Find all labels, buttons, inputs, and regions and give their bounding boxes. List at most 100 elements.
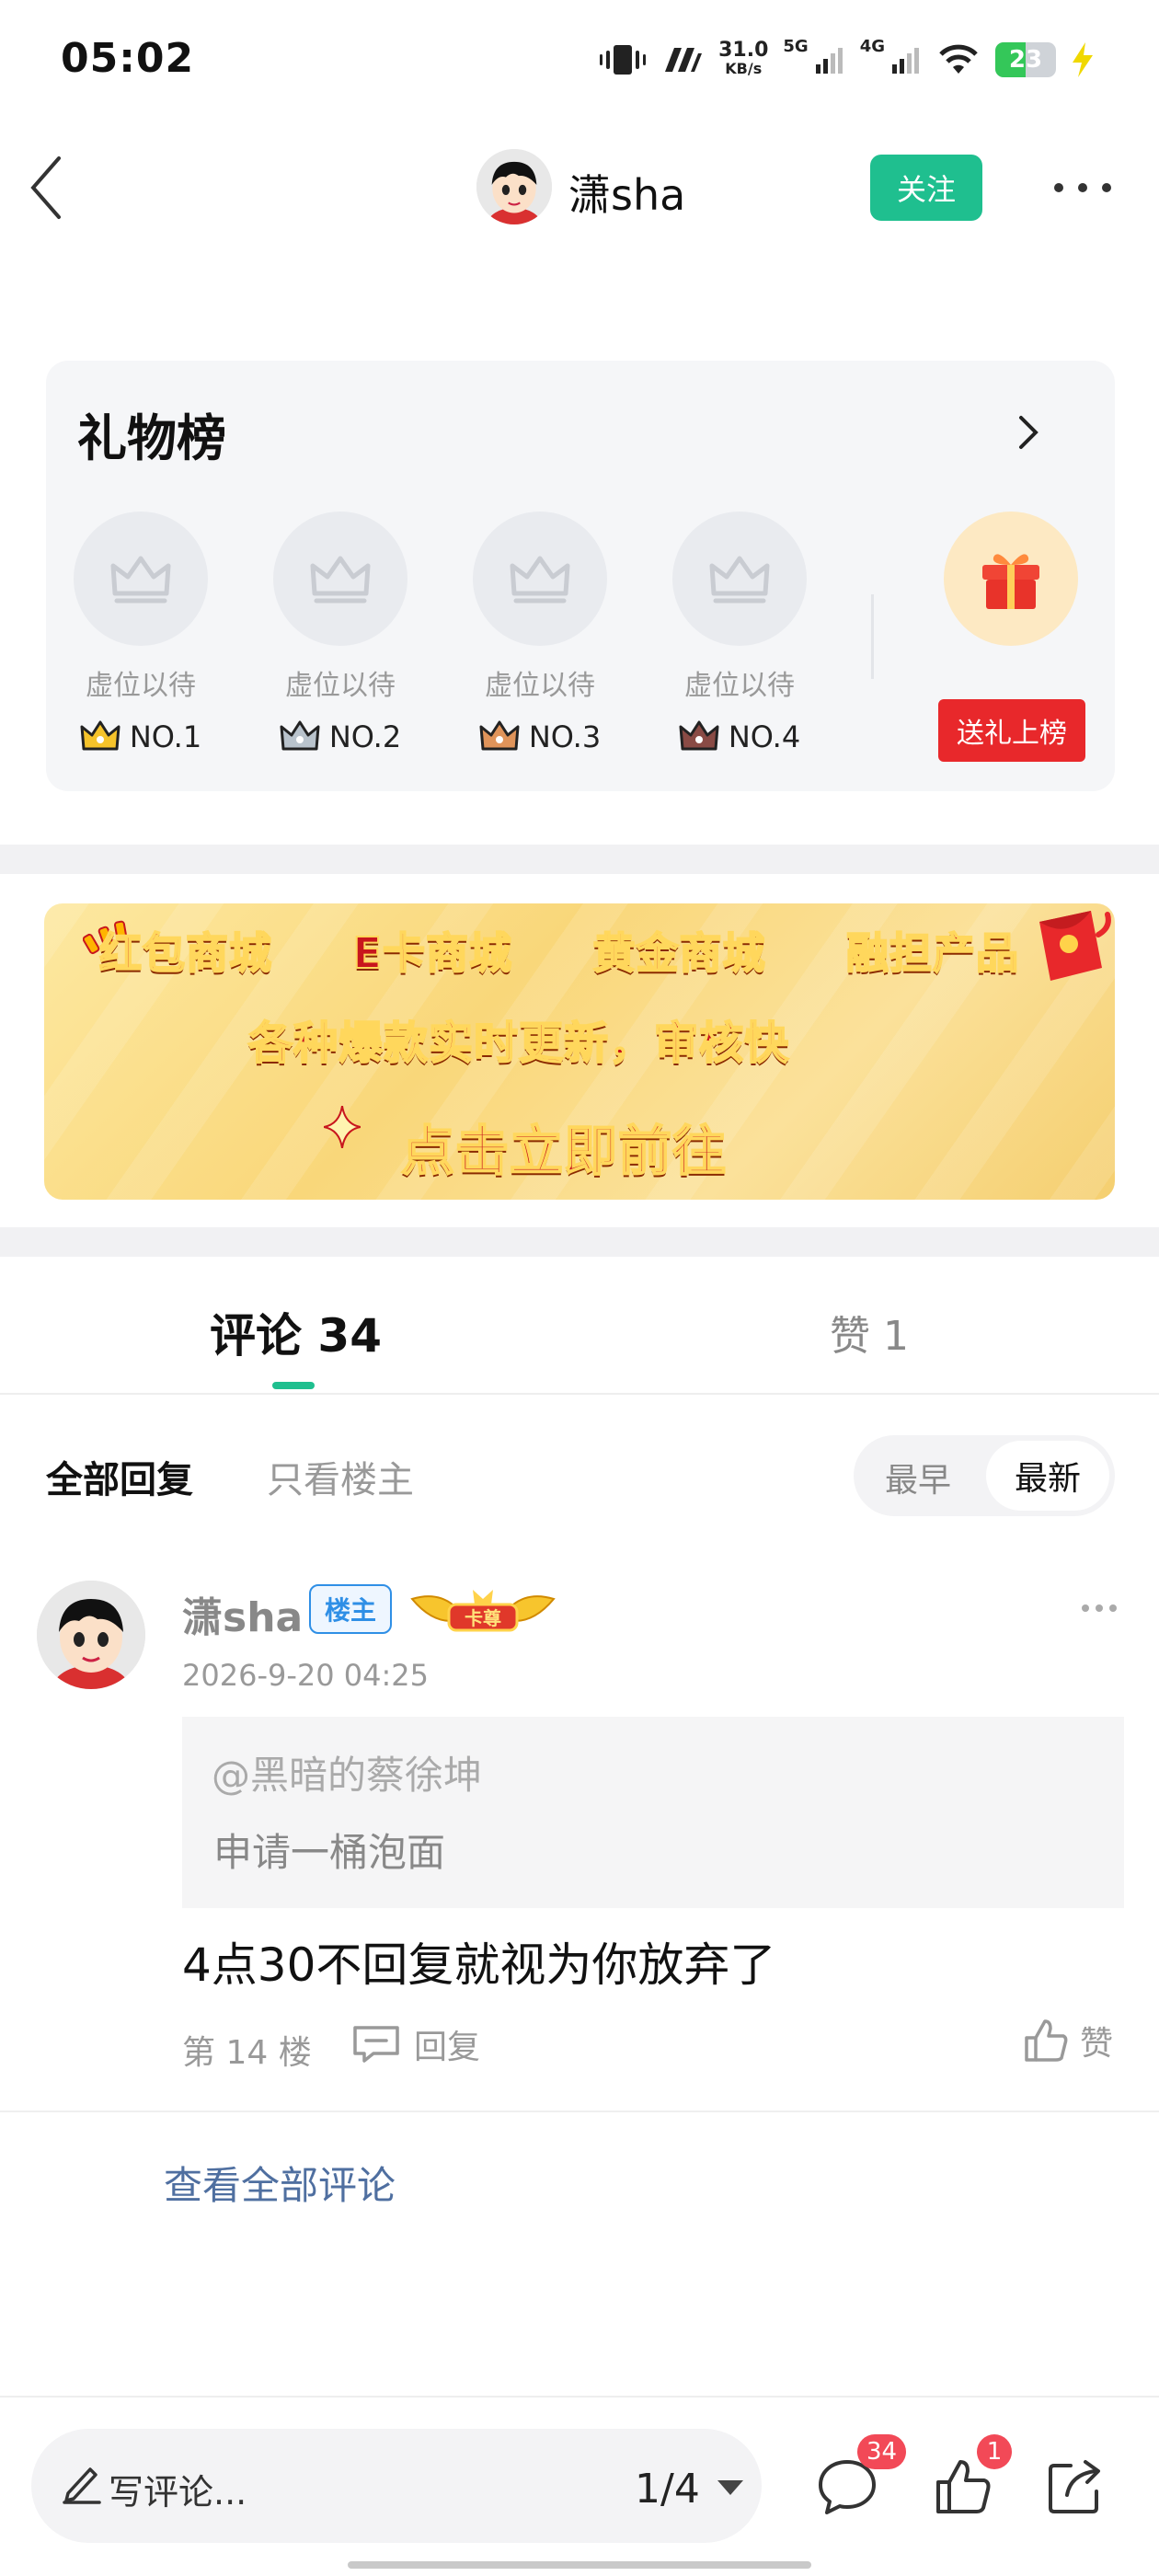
gift-slot-rank-label: NO.3 (528, 719, 602, 754)
gift-slot-label: 虚位以待 (684, 670, 795, 702)
like-label: 赞 (1080, 2025, 1114, 2063)
star-sparkle-icon (324, 1106, 361, 1148)
gift-slot-rank-label: NO.4 (728, 719, 801, 754)
crown-icon (80, 720, 120, 751)
gift-slot[interactable]: 虚位以待 NO.3 (473, 512, 607, 754)
empty-slot-avatar (672, 512, 807, 646)
crown-outline-icon (110, 556, 171, 604)
gift-slot[interactable]: 虚位以待 NO.4 (672, 512, 807, 754)
gift-slot-label: 虚位以待 (485, 670, 595, 702)
comment-content: 4点30不回复就视为你放弃了 (182, 1938, 776, 1992)
comment-author[interactable]: 潇sha (182, 1584, 303, 1643)
avatar-image (37, 1581, 145, 1689)
more-dot-icon (1078, 183, 1087, 192)
filter-all-replies[interactable]: 全部回复 (46, 1450, 193, 1503)
divider (0, 2396, 1159, 2398)
banner-item: 红包商城 (98, 927, 272, 979)
tab-likes[interactable]: 赞 1 (830, 1303, 909, 1362)
page-indicator[interactable]: 1/4 (635, 2466, 700, 2513)
reply-icon (353, 2026, 399, 2063)
red-envelope-icon (1039, 911, 1111, 981)
wifi-icon (939, 44, 978, 74)
gift-slot-label: 虚位以待 (285, 670, 396, 702)
gift-slot-rank: NO.3 (473, 719, 607, 754)
send-gift-button[interactable]: 送礼上榜 (938, 699, 1085, 762)
empty-slot-avatar (273, 512, 407, 646)
crown-outline-icon (310, 556, 371, 604)
tab-active-indicator (272, 1382, 315, 1389)
status-time: 05:02 (61, 35, 195, 82)
battery-icon: 23 (995, 42, 1056, 77)
reply-button[interactable]: 回复 (351, 2020, 480, 2068)
write-comment-placeholder[interactable]: 写评论... (109, 2464, 247, 2514)
more-options-button[interactable] (1054, 169, 1111, 206)
charging-icon (1073, 42, 1093, 77)
home-indicator (348, 2561, 811, 2569)
quoted-user[interactable]: @黑暗的蔡徐坤 (212, 1744, 482, 1800)
section-divider (0, 845, 1159, 874)
divider (871, 594, 874, 679)
nfc-icon (665, 48, 703, 72)
crown-icon (679, 720, 719, 751)
more-dot-icon (1054, 183, 1063, 192)
more-dot-icon (1082, 1604, 1089, 1612)
divider (0, 2110, 1159, 2112)
sim2-label: 4G (859, 37, 885, 56)
sim1-label: 5G (783, 37, 809, 56)
gift-slot-rank: NO.2 (273, 719, 407, 754)
gift-slot-rank: NO.4 (672, 719, 807, 754)
crown-icon (280, 720, 320, 751)
header-username[interactable]: 潇sha (568, 162, 685, 223)
back-button[interactable] (28, 155, 64, 221)
gift-slot-rank-label: NO.2 (328, 719, 402, 754)
gift-board-title: 礼物榜 (77, 409, 226, 467)
caret-down-icon[interactable] (717, 2480, 743, 2495)
banner-items: 红包商城 E卡商城 黄金商城 融担产品 (98, 920, 1019, 981)
crown-outline-icon (510, 556, 570, 604)
avatar-image (476, 149, 552, 224)
gift-slot[interactable]: 虚位以待 NO.1 (74, 512, 208, 754)
empty-slot-avatar (74, 512, 208, 646)
gift-slot-rank-label: NO.1 (129, 719, 202, 754)
comment-avatar[interactable] (37, 1581, 145, 1689)
more-dot-icon (1109, 1604, 1117, 1612)
like-count-badge: 1 (977, 2434, 1012, 2469)
net-speed: 31.0 KB/s (718, 39, 769, 78)
section-divider (0, 1227, 1159, 1257)
comment-count-badge: 34 (857, 2434, 907, 2469)
crown-icon (479, 720, 520, 751)
gift-box-icon (982, 554, 1039, 609)
comment-date: 2026-9-20 04:25 (182, 1658, 429, 1693)
share-icon[interactable] (1043, 2455, 1107, 2519)
chevron-right-icon[interactable] (1012, 410, 1043, 454)
more-dot-icon (1096, 1604, 1103, 1612)
vibrate-icon (600, 45, 647, 75)
view-all-comments-link[interactable]: 查看全部评论 (164, 2155, 396, 2211)
vip-badge: 卡尊 (408, 1584, 557, 1638)
reply-label: 回复 (414, 2029, 481, 2066)
follow-button[interactable]: 关注 (870, 155, 982, 221)
avatar[interactable] (476, 149, 552, 224)
banner-item: E卡商城 (352, 927, 512, 979)
sort-newest-button[interactable]: 最新 (986, 1441, 1109, 1511)
like-button[interactable]: 赞 (1023, 2017, 1113, 2064)
vip-badge-label: 卡尊 (465, 1607, 501, 1629)
gift-slot-rank: NO.1 (74, 719, 208, 754)
thumbs-up-icon (1025, 2019, 1068, 2062)
signal-icon (815, 48, 843, 74)
gift-button[interactable] (944, 512, 1078, 646)
banner-cta[interactable]: 点击立即前往 (400, 1108, 727, 1185)
sort-oldest-button[interactable]: 最早 (885, 1454, 951, 1501)
banner-item: 融担产品 (845, 927, 1019, 979)
comment-floor: 第 14 楼 (182, 2034, 312, 2072)
filter-owner-only[interactable]: 只看楼主 (267, 1450, 414, 1503)
more-dot-icon (1102, 183, 1111, 192)
status-icons: 31.0 KB/s 5G 4G 23 (599, 37, 1095, 83)
vip-wings-icon: 卡尊 (410, 1590, 556, 1632)
tab-comments[interactable]: 评论 34 (210, 1299, 382, 1365)
banner-subtitle: 各种爆款实时更新，审核快 (247, 1017, 790, 1070)
gift-slot[interactable]: 虚位以待 NO.2 (273, 512, 407, 754)
empty-slot-avatar (473, 512, 607, 646)
quoted-text: 申请一桶泡面 (213, 1830, 446, 1875)
comment-more-button[interactable] (1082, 1603, 1117, 1614)
